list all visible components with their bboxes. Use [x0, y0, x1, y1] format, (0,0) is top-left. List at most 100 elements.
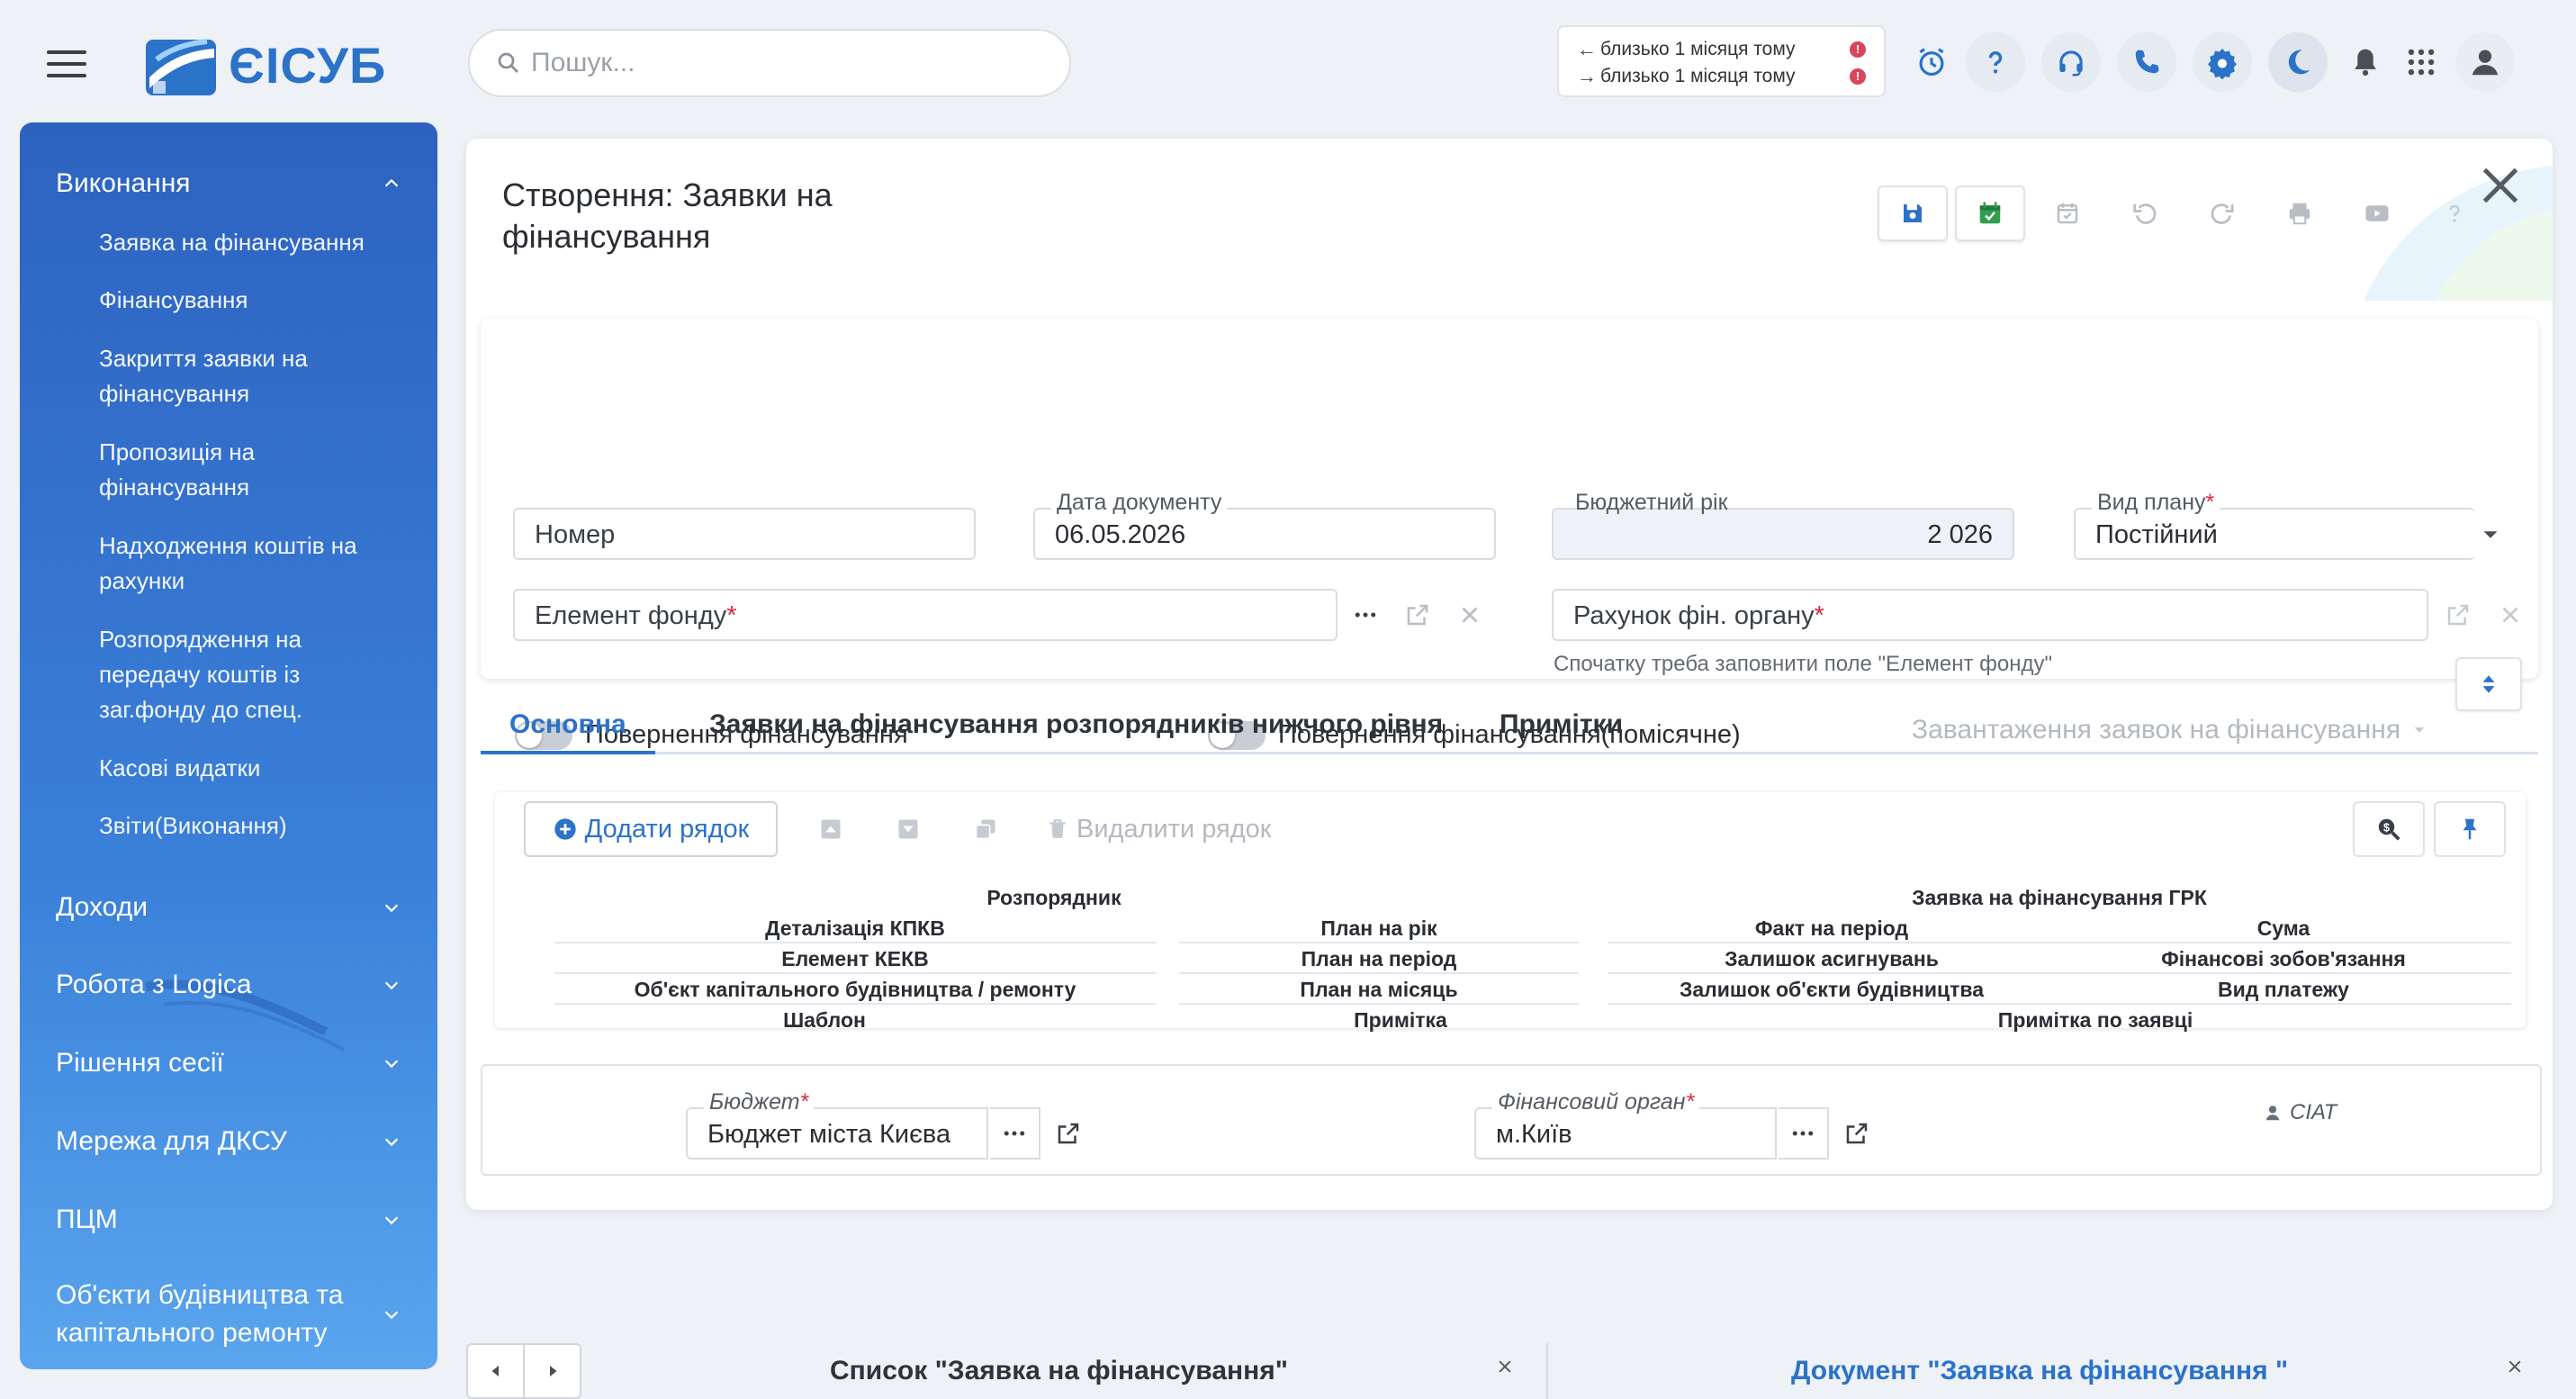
menu-toggle-icon[interactable]: [47, 50, 86, 77]
pin-grid-button[interactable]: [2434, 801, 2506, 857]
move-row-up-button[interactable]: [799, 801, 862, 857]
budget-year-field[interactable]: Бюджетний рік 2 026: [1552, 490, 2014, 560]
navigation-history[interactable]: ← близько 1 місяця тому ! → близько 1 мі…: [1557, 25, 1886, 97]
col-vyd-platezhu[interactable]: Вид платежу: [2056, 974, 2511, 1005]
alarm-icon[interactable]: [1910, 32, 1953, 92]
bottom-tab-document[interactable]: Документ "Заявка на фінансування ": [1791, 1343, 2288, 1399]
phone-icon[interactable]: [2117, 32, 2176, 92]
delete-row-button[interactable]: Видалити рядок: [1033, 801, 1284, 857]
apps-grid-icon[interactable]: [2400, 32, 2443, 92]
app-logo[interactable]: ЄІСУБ: [144, 32, 386, 97]
sidebar-item-zakryttia[interactable]: Закриття заявки на фінансування: [99, 341, 405, 411]
bottom-tab-list-close[interactable]: [1487, 1349, 1523, 1385]
tab-lower-level-requests[interactable]: Заявки на фінансування розпорядників ниж…: [680, 704, 1472, 754]
col-plan-na-misiats[interactable]: План на місяць: [1179, 974, 1579, 1005]
fin-organ-open-button[interactable]: [1834, 1111, 1879, 1156]
user-account-icon[interactable]: [2455, 32, 2515, 92]
sidebar-item-zaiavka[interactable]: Заявка на фінансування: [99, 225, 405, 260]
budget-field[interactable]: Бюджет* Бюджет міста Києва: [686, 1089, 988, 1160]
col-element-kekv[interactable]: Елемент КЕКВ: [554, 943, 1156, 974]
col-obiekt-budivnytstva[interactable]: Об'єкт капітального будівництва / ремонт…: [554, 974, 1156, 1005]
collapse-form-button[interactable]: [2455, 657, 2522, 711]
sidebar-group-logica[interactable]: Робота з Logica: [20, 958, 437, 1012]
col-suma[interactable]: Сума: [2056, 913, 2511, 943]
col-plan-na-period[interactable]: План на період: [1179, 943, 1579, 974]
col-zalyshok-obiekty[interactable]: Залишок об'єкти будівництва: [1608, 974, 2056, 1005]
col-fakt-na-period[interactable]: Факт на період: [1608, 913, 2056, 943]
sidebar-item-kasovi-vydatky[interactable]: Касові видатки: [99, 751, 405, 786]
settings-gear-icon[interactable]: [2193, 32, 2252, 92]
support-headset-icon[interactable]: [2041, 32, 2101, 92]
col-prymitka-po-zaiavtsi[interactable]: Примітка по заявці: [1680, 1005, 2511, 1035]
fin-account-field[interactable]: Рахунок фін. органу*: [1552, 589, 2428, 641]
bottom-tab-list[interactable]: Список "Заявка на фінансування": [830, 1343, 1288, 1399]
sidebar-group-label: Мережа для ДКСУ: [56, 1126, 287, 1156]
help-icon[interactable]: [1966, 32, 2025, 92]
plan-type-dropdown[interactable]: [2468, 512, 2513, 557]
dark-mode-moon-icon[interactable]: [2268, 32, 2328, 92]
copy-row-button[interactable]: [954, 801, 1017, 857]
sidebar-group-merezha[interactable]: Мережа для ДКСУ: [20, 1115, 437, 1169]
video-button[interactable]: [2342, 185, 2412, 241]
col-finansovi-zoboviazannia[interactable]: Фінансові зобов'язання: [2056, 943, 2511, 974]
print-button[interactable]: [2265, 185, 2335, 241]
clear-x-icon: [2502, 607, 2518, 623]
tab-notes[interactable]: Примітки: [1471, 704, 1652, 754]
fund-element-select-button[interactable]: [1343, 592, 1388, 637]
col-zalyshok-asyhnuvan[interactable]: Залишок асигнувань: [1608, 943, 2056, 974]
sidebar-item-propozytsiia[interactable]: Пропозиція на фінансування: [99, 435, 405, 505]
fin-organ-field[interactable]: Фінансовий орган* м.Київ: [1474, 1089, 1777, 1160]
grid-search-button[interactable]: $: [2353, 801, 2425, 857]
sidebar-group-dokhody[interactable]: Доходи: [20, 880, 437, 934]
add-row-button[interactable]: Додати рядок: [524, 801, 778, 857]
undo-button[interactable]: [2110, 185, 2180, 241]
tab-osnovna[interactable]: Основна: [481, 704, 655, 754]
bottom-tab-document-close[interactable]: [2497, 1349, 2533, 1385]
sidebar-item-nadkhodzhennia[interactable]: Надходження коштів на рахунки: [99, 528, 405, 599]
fin-account-clear-button[interactable]: [2488, 592, 2533, 637]
next-tab-button[interactable]: [525, 1345, 580, 1397]
notifications-bell-icon[interactable]: [2344, 32, 2387, 92]
col-prymitka[interactable]: Примітка: [1121, 1005, 1680, 1035]
save-and-close-button[interactable]: [1955, 185, 2025, 241]
col-zaiavka-grk[interactable]: Заявка на фінансування ГРК: [1609, 882, 2509, 913]
document-date-value: 06.05.2026: [1055, 520, 1186, 549]
search-input[interactable]: [531, 48, 1035, 78]
fin-organ-select-button[interactable]: [1779, 1107, 1829, 1160]
col-detalizatsiia-kpkv[interactable]: Деталізація КПКВ: [554, 913, 1156, 943]
prev-tab-button[interactable]: [468, 1345, 525, 1397]
history-forward[interactable]: → близько 1 місяця тому !: [1577, 63, 1866, 90]
move-row-down-button[interactable]: [877, 801, 940, 857]
fund-element-open-button[interactable]: [1395, 592, 1440, 637]
sidebar-item-zvity[interactable]: Звіти(Виконання): [99, 808, 405, 844]
number-field[interactable]: Номер: [513, 508, 976, 560]
save-button[interactable]: [1878, 185, 1948, 241]
sidebar-group-vykonannia[interactable]: Виконання: [20, 158, 437, 209]
sidebar-group-ptsm[interactable]: ПЦМ: [20, 1193, 437, 1247]
fund-element-field[interactable]: Елемент фонду*: [513, 589, 1338, 641]
col-rozporiadnyk[interactable]: Розпорядник: [527, 882, 1581, 913]
budget-select-button[interactable]: [990, 1107, 1040, 1160]
sidebar-group-label: Виконання: [56, 168, 191, 198]
fund-element-clear-button[interactable]: [1447, 592, 1492, 637]
document-toolbar: [1878, 185, 2497, 241]
help-icon: [2449, 204, 2460, 222]
search-box[interactable]: [468, 29, 1071, 97]
redo-button[interactable]: [2187, 185, 2257, 241]
sidebar-item-rozporiadzhennia[interactable]: Розпорядження на передачу коштів із заг.…: [99, 622, 405, 727]
open-external-icon: [1407, 604, 1428, 626]
sidebar-group-rishennia[interactable]: Рішення сесії: [20, 1036, 437, 1090]
col-shablon[interactable]: Шаблон: [527, 1005, 1121, 1035]
fin-account-open-button[interactable]: [2436, 592, 2481, 637]
close-icon[interactable]: [2473, 158, 2527, 212]
budget-open-button[interactable]: [1046, 1111, 1091, 1156]
plan-type-value: Постійний: [2095, 520, 2218, 549]
document-date-field[interactable]: Дата документу 06.05.2026: [1033, 490, 1496, 560]
history-back[interactable]: ← близько 1 місяця тому !: [1577, 36, 1866, 63]
alert-badge: !: [1850, 68, 1866, 85]
sidebar-item-finansuvannia[interactable]: Фінансування: [99, 283, 405, 318]
col-plan-na-rik[interactable]: План на рік: [1179, 913, 1579, 943]
schedule-button[interactable]: [2032, 185, 2103, 241]
sidebar-group-obiekty[interactable]: Об'єкти будівництва та капітального ремо…: [20, 1271, 437, 1358]
plan-type-select[interactable]: Вид плану* Постійний: [2074, 490, 2475, 560]
